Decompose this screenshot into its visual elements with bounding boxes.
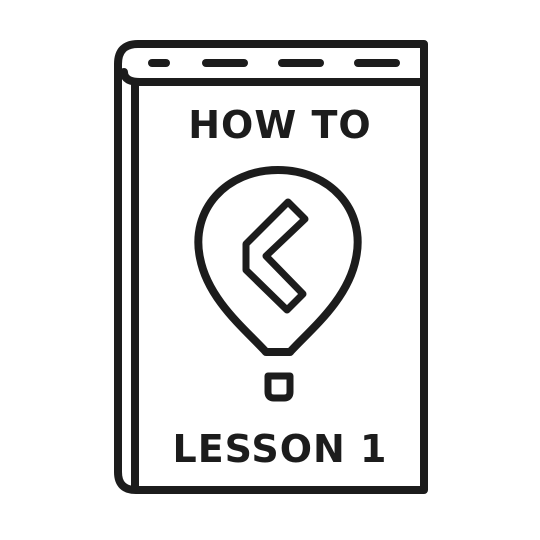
book-illustration: HOW TO LESSON 1 xyxy=(0,0,540,540)
cover-title-bottom: LESSON 1 xyxy=(173,427,388,471)
book-cover-graphic: HOW TO LESSON 1 xyxy=(114,40,428,494)
cover-title-top: HOW TO xyxy=(188,103,371,147)
